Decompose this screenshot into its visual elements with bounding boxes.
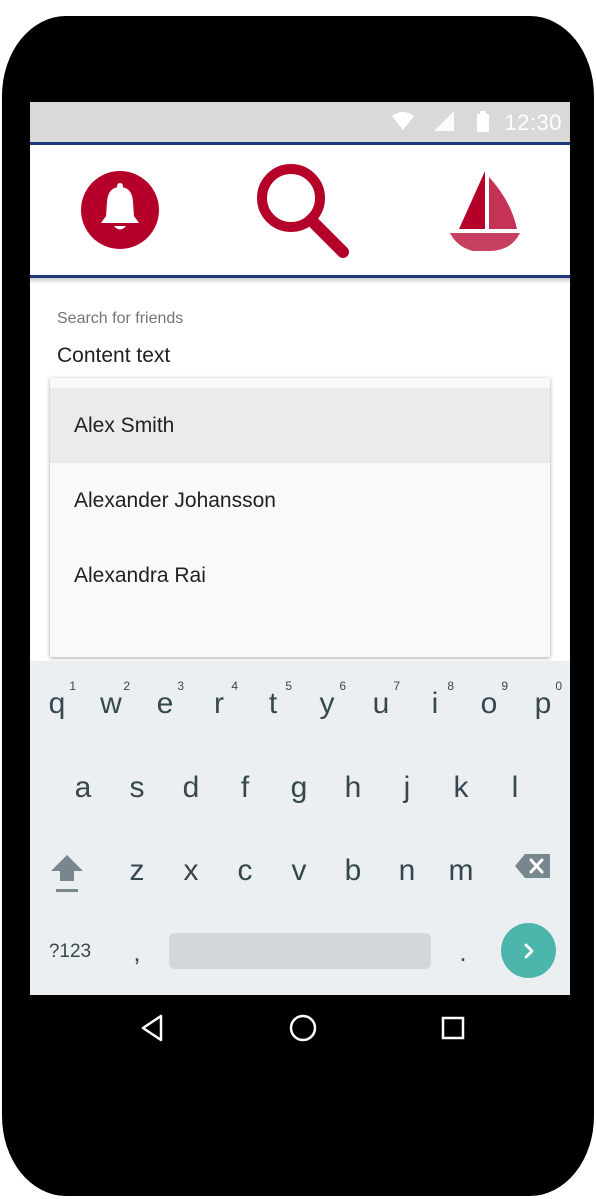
key-hint: 7 — [393, 679, 400, 693]
key-e[interactable]: 3e — [138, 679, 192, 721]
status-time: 12:30 — [504, 110, 562, 135]
key-letter: s — [129, 771, 145, 804]
space-key[interactable] — [169, 933, 431, 969]
key-letter: c — [237, 854, 253, 887]
key-letter: n — [398, 854, 416, 887]
back-icon — [141, 1014, 163, 1042]
key-hint: 3 — [177, 679, 184, 693]
key-n[interactable]: n — [380, 854, 434, 888]
key-letter: z — [129, 854, 145, 887]
suggestion-item[interactable]: Alexandra Rai — [50, 538, 550, 613]
key-g[interactable]: g — [272, 771, 326, 805]
bell-icon — [81, 171, 159, 249]
key-hint: 8 — [447, 679, 454, 693]
wifi-icon — [392, 112, 414, 130]
key-u[interactable]: 7u — [354, 679, 408, 721]
key-b[interactable]: b — [326, 854, 380, 888]
key-letter: b — [344, 854, 362, 887]
key-o[interactable]: 9o — [462, 679, 516, 721]
key-i[interactable]: 8i — [408, 679, 462, 721]
key-k[interactable]: k — [434, 771, 488, 805]
key-letter: a — [74, 771, 92, 804]
key-hint: 5 — [285, 679, 292, 693]
key-letter: d — [182, 771, 200, 804]
key-letter: m — [448, 854, 474, 887]
key-h[interactable]: h — [326, 771, 380, 805]
key-hint: 0 — [555, 679, 562, 693]
key-w[interactable]: 2w — [84, 679, 138, 721]
sailboat-icon — [450, 171, 520, 251]
key-letter: v — [291, 854, 307, 887]
key-t[interactable]: 5t — [246, 679, 300, 721]
key-hint: 9 — [501, 679, 508, 693]
suggestion-item[interactable]: Alexander Johansson — [50, 463, 550, 538]
key-letter: g — [290, 771, 308, 804]
key-letter: j — [403, 771, 411, 804]
key-hint: 1 — [69, 679, 76, 693]
status-bar: 12:30 — [30, 102, 570, 142]
key-letter: x — [183, 854, 199, 887]
key-x[interactable]: x — [164, 854, 218, 888]
search-label: Search for friends — [57, 310, 184, 327]
search-button[interactable] — [246, 145, 356, 275]
key-c[interactable]: c — [218, 854, 272, 888]
key-a[interactable]: a — [56, 771, 110, 805]
suggestion-item[interactable]: Alex Smith — [50, 388, 550, 463]
key-letter: h — [344, 771, 362, 804]
key-r[interactable]: 4r — [192, 679, 246, 721]
key-q[interactable]: 1q — [30, 679, 84, 721]
shift-icon — [51, 855, 83, 892]
key-hint: 4 — [231, 679, 238, 693]
shift-key[interactable] — [40, 851, 94, 901]
key-letter: f — [240, 771, 250, 804]
comma-key[interactable]: , — [122, 937, 152, 968]
key-y[interactable]: 6y — [300, 679, 354, 721]
signal-icon — [434, 111, 454, 131]
app-bar-shadow — [30, 278, 570, 284]
key-hint: 6 — [339, 679, 346, 693]
key-f[interactable]: f — [218, 771, 272, 805]
key-hint: 2 — [123, 679, 130, 693]
keyboard: 1q 2w 3e 4r 5t 6y 7u 8i 9o 0p a s d f g … — [30, 661, 570, 995]
backspace-icon — [515, 854, 550, 878]
key-l[interactable]: l — [488, 771, 542, 805]
recents-icon — [441, 1016, 465, 1040]
key-j[interactable]: j — [380, 771, 434, 805]
notifications-button[interactable] — [70, 145, 170, 275]
backspace-key[interactable] — [506, 851, 560, 887]
battery-icon — [477, 111, 489, 132]
symbols-key[interactable]: ?123 — [42, 941, 98, 963]
home-icon — [289, 1014, 317, 1042]
key-p[interactable]: 0p — [516, 679, 570, 721]
key-letter: l — [511, 771, 519, 804]
search-icon — [257, 164, 349, 258]
back-button[interactable] — [123, 1000, 183, 1056]
key-d[interactable]: d — [164, 771, 218, 805]
key-letter: k — [453, 771, 469, 804]
key-s[interactable]: s — [110, 771, 164, 805]
period-key[interactable]: . — [448, 937, 478, 968]
screen: 12:30 Search for friends Content text Al… — [30, 102, 570, 995]
key-m[interactable]: m — [434, 854, 488, 888]
suggestions-dropdown: Alex Smith Alexander Johansson Alexandra… — [50, 378, 550, 657]
sailboat-button[interactable] — [435, 145, 535, 275]
search-input[interactable]: Content text — [57, 344, 170, 368]
recents-button[interactable] — [423, 1000, 483, 1056]
app-bar — [30, 142, 570, 278]
key-z[interactable]: z — [110, 854, 164, 888]
go-key[interactable] — [501, 923, 556, 978]
key-v[interactable]: v — [272, 854, 326, 888]
chevron-right-icon — [524, 943, 533, 958]
dropdown-top-strip — [50, 378, 550, 388]
home-button[interactable] — [273, 1000, 333, 1056]
